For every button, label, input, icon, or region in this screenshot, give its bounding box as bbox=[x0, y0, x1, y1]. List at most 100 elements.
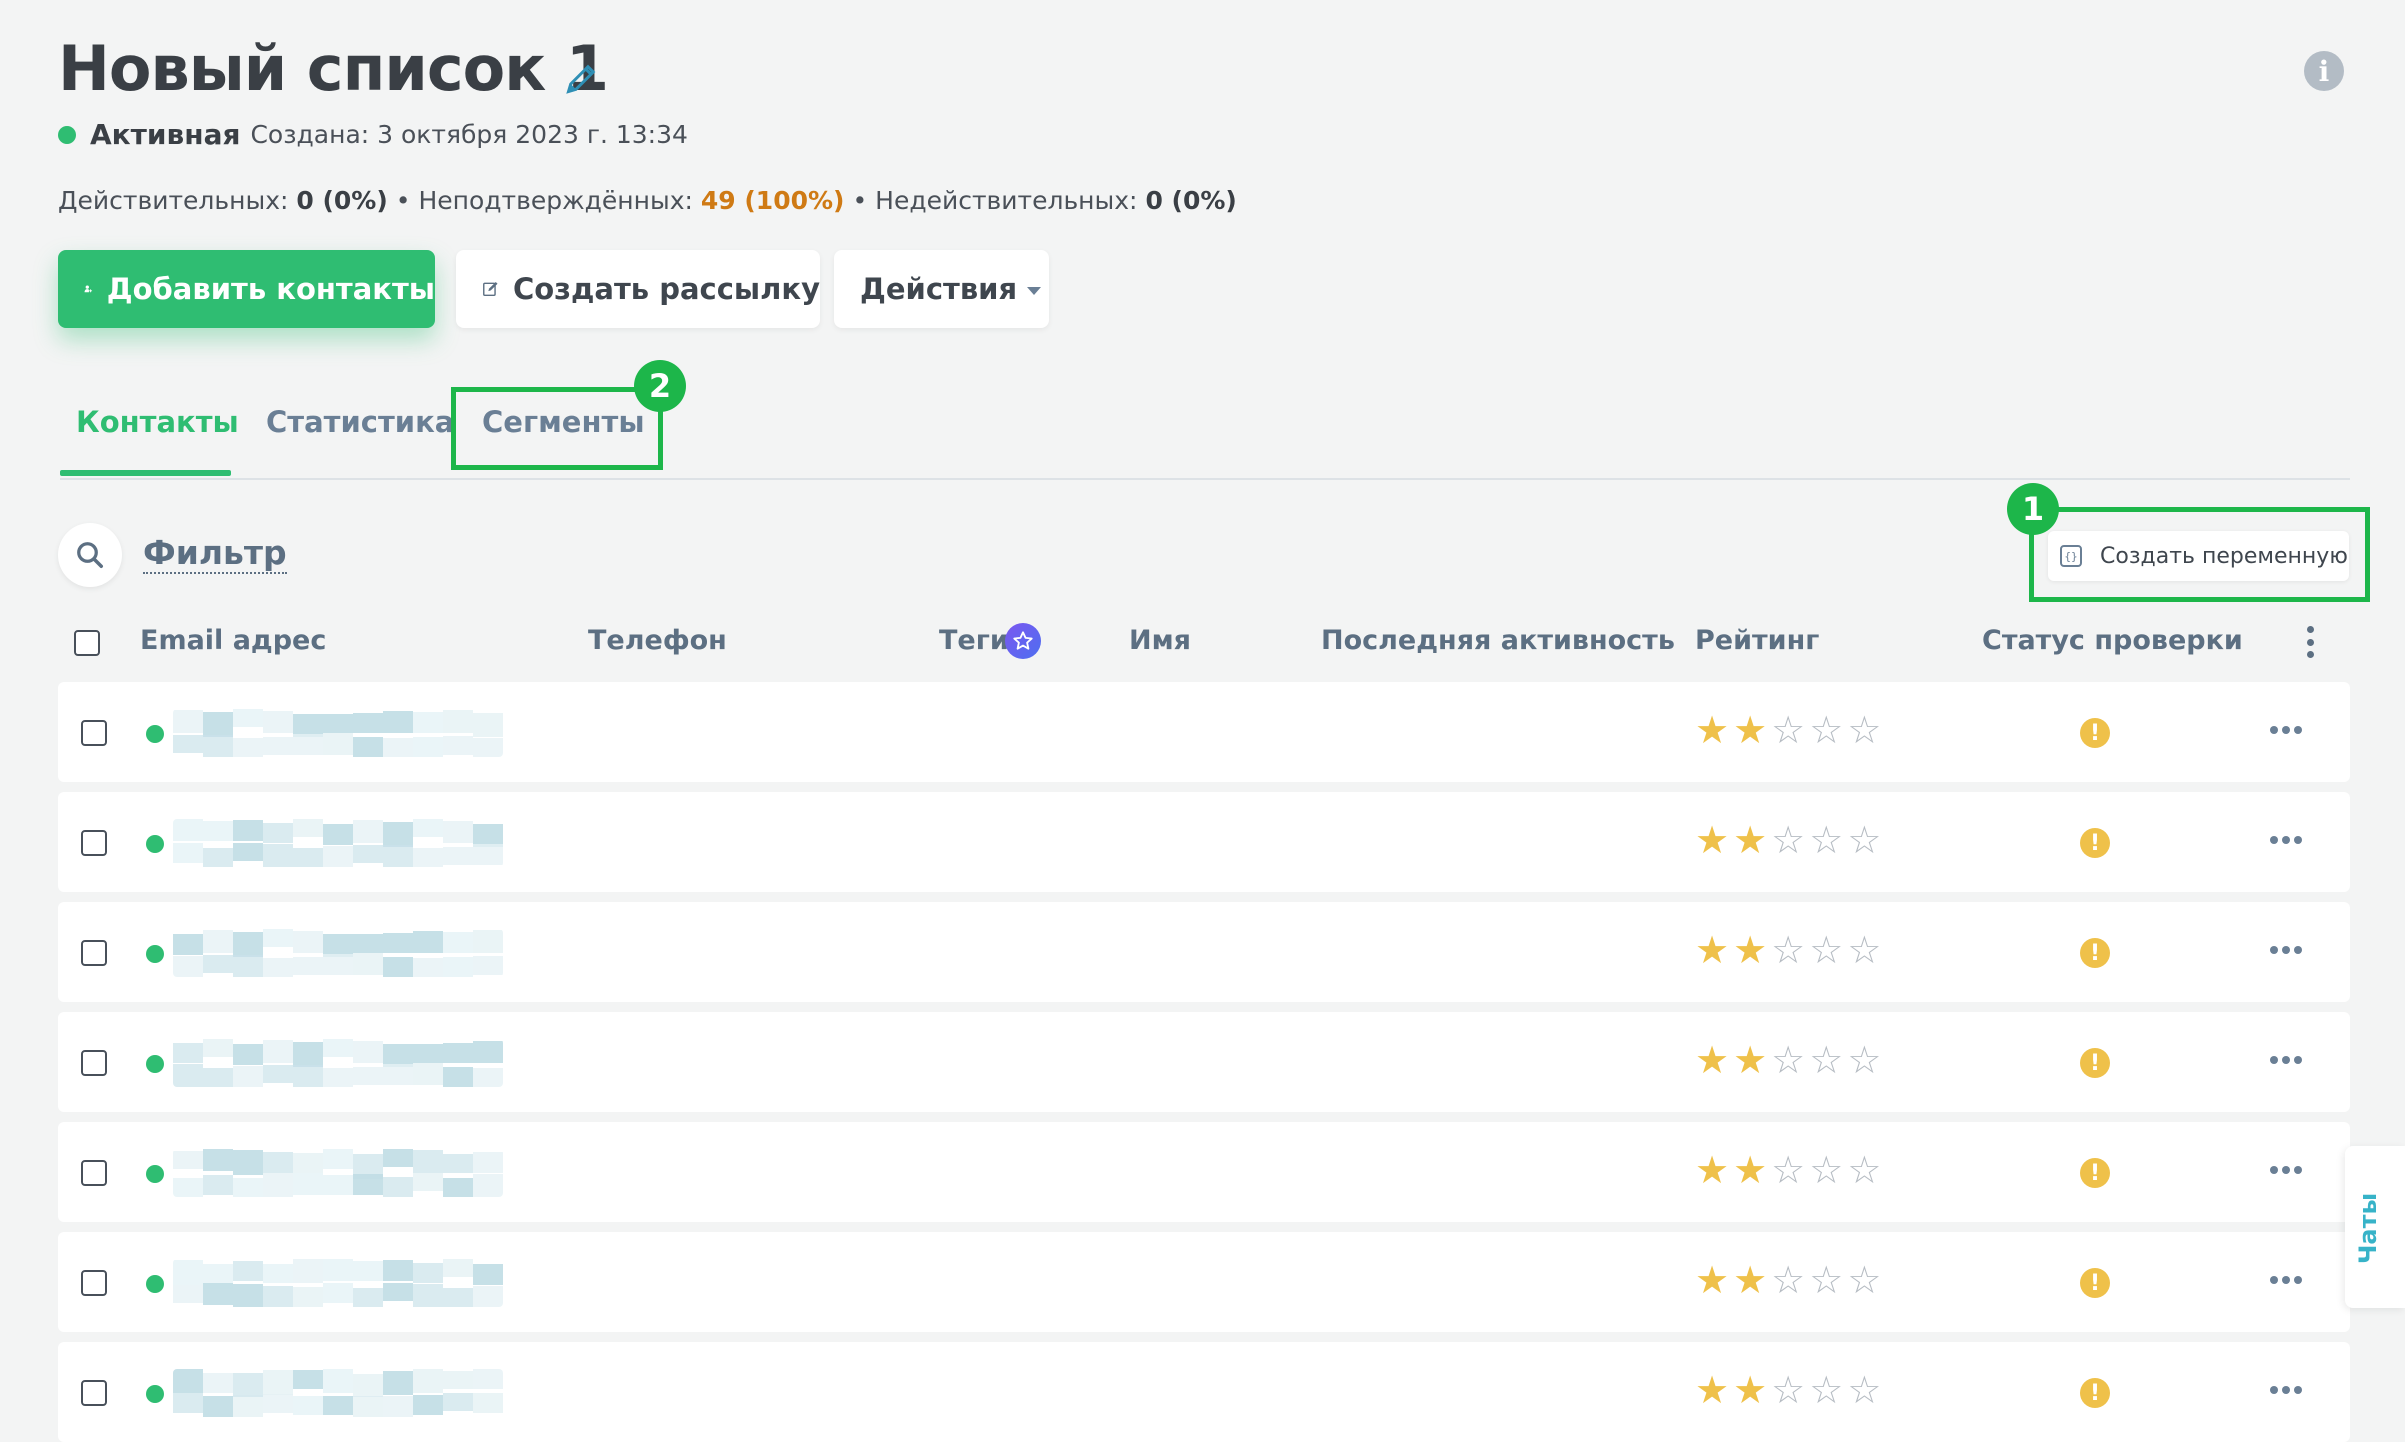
row-checkbox[interactable] bbox=[81, 940, 107, 966]
star-filled-icon: ★ bbox=[1733, 708, 1768, 752]
table-row[interactable]: ★ ★ ☆ ☆ ☆! bbox=[58, 1342, 2350, 1442]
column-phone[interactable]: Телефон bbox=[588, 625, 727, 656]
warning-icon: ! bbox=[2080, 1268, 2110, 1298]
redacted-email[interactable] bbox=[173, 1039, 503, 1087]
invalid-value: 0 (0%) bbox=[1145, 186, 1237, 215]
column-settings-icon[interactable] bbox=[2307, 626, 2315, 658]
table-row[interactable]: ★ ★ ☆ ☆ ☆! bbox=[58, 902, 2350, 1002]
row-checkbox[interactable] bbox=[81, 1380, 107, 1406]
rating-stars: ★ ★ ☆ ☆ ☆ bbox=[1695, 1370, 1881, 1410]
star-empty-icon: ☆ bbox=[1847, 1258, 1882, 1302]
create-mailing-label: Создать рассылку bbox=[512, 272, 820, 306]
invalid-label: Недействительных: bbox=[875, 186, 1138, 215]
star-filled-icon: ★ bbox=[1733, 1038, 1768, 1082]
more-options-icon[interactable] bbox=[2270, 946, 2302, 954]
more-options-icon[interactable] bbox=[2270, 1386, 2302, 1394]
column-email[interactable]: Email адрес bbox=[140, 625, 326, 656]
warning-icon: ! bbox=[2080, 828, 2110, 858]
star-empty-icon: ☆ bbox=[1809, 708, 1844, 752]
contact-status-dot-icon bbox=[146, 725, 164, 743]
filter-toggle[interactable]: Фильтр bbox=[143, 534, 287, 574]
star-filled-icon: ★ bbox=[1695, 1038, 1730, 1082]
tabs-divider bbox=[60, 478, 2350, 480]
column-name[interactable]: Имя bbox=[1129, 625, 1191, 656]
add-contacts-label: Добавить контакты bbox=[106, 272, 435, 306]
more-options-icon[interactable] bbox=[2270, 1166, 2302, 1174]
highlight-box-segments bbox=[451, 387, 663, 470]
more-options-icon[interactable] bbox=[2270, 1056, 2302, 1064]
redacted-email[interactable] bbox=[173, 1149, 503, 1197]
active-tab-indicator bbox=[60, 470, 231, 476]
list-status: Активная Создана: 3 октября 2023 г. 13:3… bbox=[58, 118, 688, 151]
annotation-badge-2: 2 bbox=[634, 360, 686, 412]
edit-pencil-icon[interactable] bbox=[564, 60, 600, 96]
column-rating[interactable]: Рейтинг bbox=[1695, 625, 1819, 656]
redacted-email[interactable] bbox=[173, 1259, 503, 1307]
star-empty-icon: ☆ bbox=[1847, 1038, 1882, 1082]
redacted-email[interactable] bbox=[173, 819, 503, 867]
column-last-activity[interactable]: Последняя активность bbox=[1321, 625, 1675, 656]
annotation-badge-1: 1 bbox=[2007, 483, 2059, 535]
rating-stars: ★ ★ ☆ ☆ ☆ bbox=[1695, 930, 1881, 970]
more-options-icon[interactable] bbox=[2270, 1276, 2302, 1284]
warning-icon: ! bbox=[2080, 718, 2110, 748]
redacted-email[interactable] bbox=[173, 1369, 503, 1417]
contact-status-dot-icon bbox=[146, 835, 164, 853]
redacted-email[interactable] bbox=[173, 929, 503, 977]
more-options-icon[interactable] bbox=[2270, 836, 2302, 844]
status-label: Активная bbox=[90, 118, 241, 151]
tags-star-icon[interactable] bbox=[1005, 623, 1041, 659]
chats-widget-tab[interactable]: Чаты bbox=[2345, 1146, 2405, 1308]
warning-icon: ! bbox=[2080, 938, 2110, 968]
star-filled-icon: ★ bbox=[1733, 928, 1768, 972]
table-row[interactable]: ★ ★ ☆ ☆ ☆! bbox=[58, 1012, 2350, 1112]
star-empty-icon: ☆ bbox=[1847, 928, 1882, 972]
row-checkbox[interactable] bbox=[81, 720, 107, 746]
actions-dropdown[interactable]: Действия bbox=[834, 250, 1049, 328]
info-icon[interactable]: i bbox=[2304, 51, 2344, 91]
star-filled-icon: ★ bbox=[1733, 818, 1768, 862]
add-contacts-button[interactable]: Добавить контакты bbox=[58, 250, 435, 328]
tab-contacts[interactable]: Контакты bbox=[76, 405, 239, 439]
rating-stars: ★ ★ ☆ ☆ ☆ bbox=[1695, 710, 1881, 750]
star-filled-icon: ★ bbox=[1733, 1258, 1768, 1302]
table-row[interactable]: ★ ★ ☆ ☆ ☆! bbox=[58, 1232, 2350, 1332]
valid-value: 0 (0%) bbox=[296, 186, 388, 215]
create-mailing-button[interactable]: Создать рассылку bbox=[456, 250, 820, 328]
redacted-email[interactable] bbox=[173, 709, 503, 757]
search-icon bbox=[77, 542, 103, 568]
tab-statistics[interactable]: Статистика bbox=[266, 405, 454, 439]
row-checkbox[interactable] bbox=[81, 830, 107, 856]
rating-stars: ★ ★ ☆ ☆ ☆ bbox=[1695, 1040, 1881, 1080]
star-icon bbox=[1013, 631, 1033, 650]
star-filled-icon: ★ bbox=[1695, 1148, 1730, 1192]
column-tags[interactable]: Теги bbox=[939, 625, 1009, 656]
select-all-checkbox[interactable] bbox=[74, 630, 100, 656]
star-filled-icon: ★ bbox=[1695, 818, 1730, 862]
row-checkbox[interactable] bbox=[81, 1050, 107, 1076]
warning-icon: ! bbox=[2080, 1378, 2110, 1408]
page-title: Новый список 1 bbox=[58, 32, 609, 105]
star-filled-icon: ★ bbox=[1695, 1258, 1730, 1302]
star-empty-icon: ☆ bbox=[1771, 708, 1806, 752]
table-row[interactable]: ★ ★ ☆ ☆ ☆! bbox=[58, 1122, 2350, 1222]
star-filled-icon: ★ bbox=[1695, 928, 1730, 972]
star-empty-icon: ☆ bbox=[1771, 1258, 1806, 1302]
row-checkbox[interactable] bbox=[81, 1160, 107, 1186]
stats-separator: • bbox=[852, 186, 868, 215]
search-button[interactable] bbox=[58, 523, 122, 587]
more-options-icon[interactable] bbox=[2270, 726, 2302, 734]
star-empty-icon: ☆ bbox=[1771, 928, 1806, 972]
warning-icon: ! bbox=[2080, 1048, 2110, 1078]
star-empty-icon: ☆ bbox=[1847, 1368, 1882, 1412]
column-verification-status[interactable]: Статус проверки bbox=[1982, 625, 2243, 656]
row-checkbox[interactable] bbox=[81, 1270, 107, 1296]
table-row[interactable]: ★ ★ ☆ ☆ ☆! bbox=[58, 792, 2350, 892]
unconfirmed-value: 49 (100%) bbox=[700, 186, 845, 215]
star-empty-icon: ☆ bbox=[1809, 1258, 1844, 1302]
contact-status-dot-icon bbox=[146, 1055, 164, 1073]
add-user-icon bbox=[84, 285, 93, 293]
contact-status-dot-icon bbox=[146, 945, 164, 963]
star-empty-icon: ☆ bbox=[1771, 1148, 1806, 1192]
table-row[interactable]: ★ ★ ☆ ☆ ☆! bbox=[58, 682, 2350, 782]
